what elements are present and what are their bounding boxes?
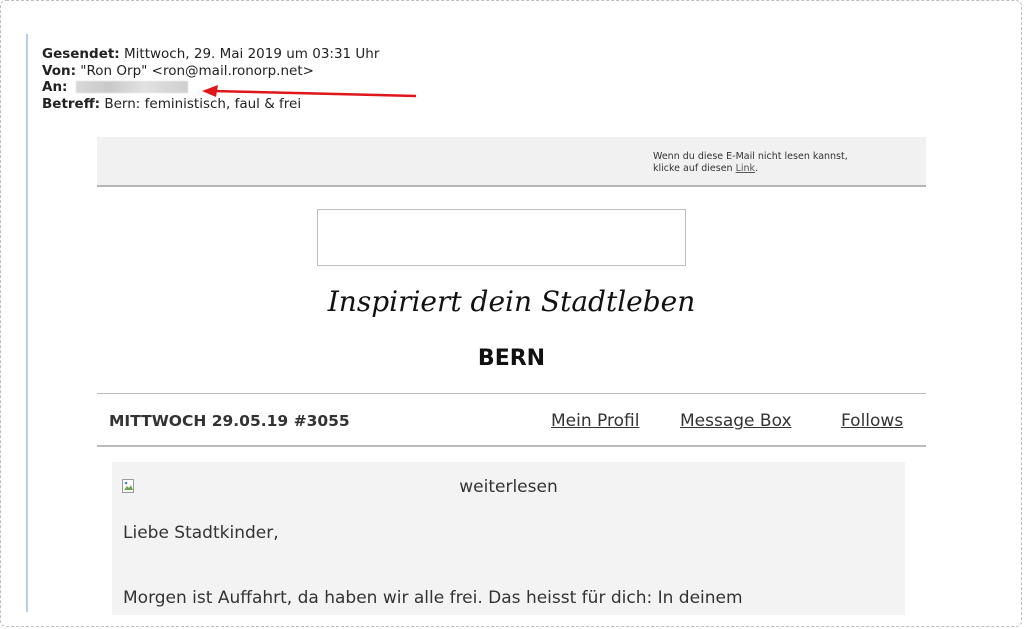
view-online-link[interactable]: Link: [736, 163, 755, 174]
red-arrow-icon: [202, 85, 417, 98]
content-panel: weiterlesen Liebe Stadtkinder, Morgen is…: [112, 462, 905, 615]
to-label: An:: [42, 79, 68, 95]
mail-header: Gesendet: Mittwoch, 29. Mai 2019 um 03:3…: [42, 46, 379, 112]
newsletter-topbar: Wenn du diese E-Mail nicht lesen kannst,…: [97, 137, 926, 187]
sent-row: Gesendet: Mittwoch, 29. Mai 2019 um 03:3…: [42, 46, 379, 63]
sent-value: Mittwoch, 29. Mai 2019 um 03:31 Uhr: [124, 46, 380, 62]
greeting-text: Liebe Stadtkinder,: [123, 523, 279, 543]
read-more-link[interactable]: weiterlesen: [112, 477, 905, 497]
tagline: Inspiriert dein Stadtleben: [327, 285, 696, 318]
redacted-recipient: [75, 81, 188, 93]
follows-link[interactable]: Follows: [841, 411, 903, 431]
body-paragraph: Morgen ist Auffahrt, da haben wir alle f…: [123, 588, 743, 608]
message-box-link[interactable]: Message Box: [680, 411, 792, 431]
view-online-note: Wenn du diese E-Mail nicht lesen kannst,…: [653, 151, 848, 174]
issue-nav-bar: MITTWOCH 29.05.19 #3055 Mein Profil Mess…: [97, 393, 926, 447]
city-title: BERN: [477, 346, 546, 371]
my-profile-link[interactable]: Mein Profil: [551, 411, 639, 431]
view-online-suffix: .: [755, 162, 759, 174]
from-row: Von: "Ron Orp" <ron@mail.ronorp.net>: [42, 63, 379, 80]
issue-date: MITTWOCH 29.05.19 #3055: [109, 412, 350, 430]
quote-bar: [26, 34, 28, 612]
sent-label: Gesendet:: [42, 46, 120, 62]
newsletter-body: Wenn du diese E-Mail nicht lesen kannst,…: [97, 137, 926, 615]
from-label: Von:: [42, 62, 76, 79]
view-online-line2: klicke auf diesen Link.: [653, 163, 848, 175]
subject-label: Betreff:: [42, 95, 101, 112]
from-value: "Ron Orp" <ron@mail.ronorp.net>: [80, 62, 314, 79]
logo-placeholder: [317, 209, 686, 266]
view-online-line1: Wenn du diese E-Mail nicht lesen kannst,: [653, 151, 848, 162]
view-online-prefix: klicke auf diesen: [653, 162, 736, 174]
